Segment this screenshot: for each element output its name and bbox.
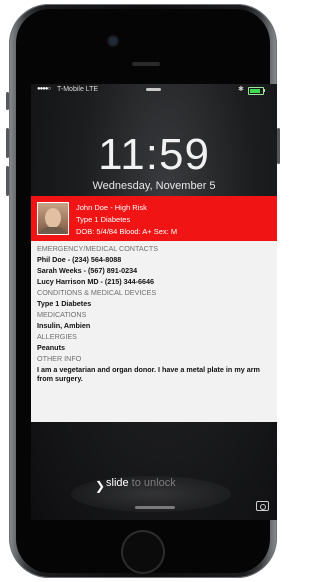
lock-date: Wednesday, November 5 <box>92 180 216 192</box>
front-camera <box>109 37 117 45</box>
patient-vitals: DOB: 5/4/84 Blood: A+ Sex: M <box>76 227 178 236</box>
lock-screen: ●●●●○ T-Mobile LTE ✱ 11:59 Wednesday, No… <box>31 84 277 520</box>
earpiece-speaker <box>132 62 160 66</box>
allergies-label: ALLERGIES <box>37 332 77 341</box>
contact-item[interactable]: Sarah Weeks - (567) 891-0234 <box>37 266 273 276</box>
patient-condition: Type 1 Diabetes <box>76 215 131 224</box>
camera-icon[interactable] <box>256 501 269 511</box>
control-center-grabber[interactable] <box>135 506 175 509</box>
power-button <box>277 128 280 164</box>
emergency-contacts-label: EMERGENCY/MEDICAL CONTACTS <box>37 244 158 253</box>
chevron-right-icon[interactable]: ❯ <box>95 479 105 493</box>
lock-icon <box>146 88 161 91</box>
volume-down-button <box>6 166 9 196</box>
other-info-label: OTHER INFO <box>37 354 82 363</box>
volume-up-button <box>6 128 9 158</box>
medical-info-panel: EMERGENCY/MEDICAL CONTACTS Phil Doe - (2… <box>31 241 277 422</box>
medical-alert-header[interactable]: John Doe - High Risk Type 1 Diabetes DOB… <box>31 196 277 241</box>
allergies-value: Peanuts <box>37 343 65 352</box>
signal-strength-icon: ●●●●○ <box>37 86 51 92</box>
medications-label: MEDICATIONS <box>37 310 87 319</box>
carrier-label: T-Mobile LTE <box>57 86 99 93</box>
conditions-label: CONDITIONS & MEDICAL DEVICES <box>37 288 157 297</box>
mute-switch <box>6 92 9 110</box>
slide-to-unlock[interactable]: slide to unlock <box>106 477 176 489</box>
lock-clock: 11:59 <box>98 130 210 179</box>
contact-item[interactable]: Lucy Harrison MD - (215) 344-6646 <box>37 277 273 287</box>
bluetooth-icon: ✱ <box>238 86 244 93</box>
other-info-value: I am a vegetarian and organ donor. I hav… <box>37 365 260 383</box>
battery-icon <box>248 87 264 95</box>
contact-item[interactable]: Phil Doe - (234) 564-8088 <box>37 255 273 265</box>
battery-tip <box>264 89 265 92</box>
conditions-value: Type 1 Diabetes <box>37 299 92 308</box>
home-button[interactable] <box>121 530 165 574</box>
medications-value: Insulin, Ambien <box>37 321 91 330</box>
avatar <box>37 202 69 235</box>
status-bar: ●●●●○ T-Mobile LTE ✱ <box>31 84 277 95</box>
patient-name-risk: John Doe - High Risk <box>76 203 147 212</box>
